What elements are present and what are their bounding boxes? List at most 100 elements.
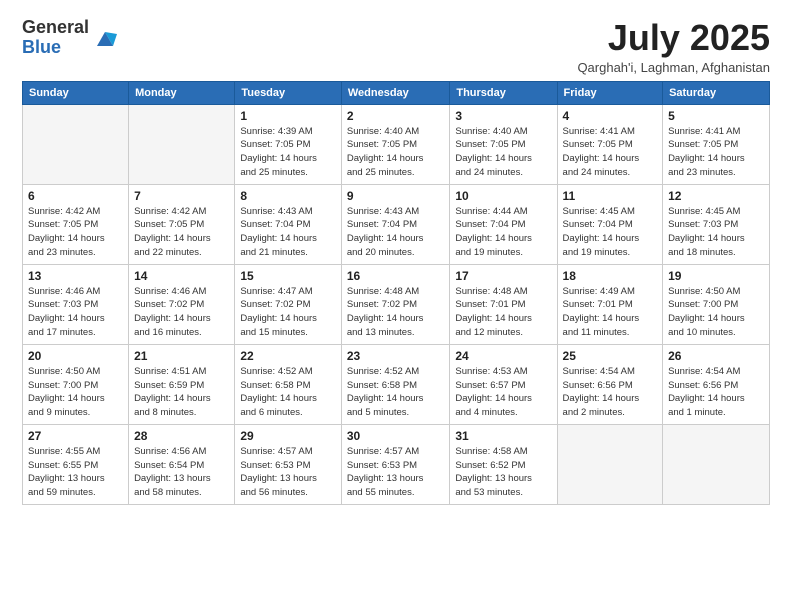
calendar-cell: 10 Sunrise: 4:44 AMSunset: 7:04 PMDayligh… bbox=[450, 184, 557, 264]
day-number: 27 bbox=[28, 429, 123, 443]
day-number: 12 bbox=[668, 189, 764, 203]
day-number: 13 bbox=[28, 269, 123, 283]
calendar-cell: 28Sunrise: 4:56 AMSunset: 6:54 PMDayligh… bbox=[129, 424, 235, 504]
day-number: 16 bbox=[347, 269, 445, 283]
calendar-cell: 24 Sunrise: 4:53 AMSunset: 6:57 PMDayligh… bbox=[450, 344, 557, 424]
calendar-cell: 12 Sunrise: 4:45 AMSunset: 7:03 PMDayligh… bbox=[663, 184, 770, 264]
day-number: 23 bbox=[347, 349, 445, 363]
calendar-cell: 31 Sunrise: 4:58 AMSunset: 6:52 PMDayligh… bbox=[450, 424, 557, 504]
day-number: 11 bbox=[563, 189, 658, 203]
day-number: 31 bbox=[455, 429, 551, 443]
day-detail: Sunrise: 4:41 AMSunset: 7:05 PMDaylight:… bbox=[563, 125, 658, 180]
day-number: 25 bbox=[563, 349, 658, 363]
day-number: 7 bbox=[134, 189, 229, 203]
day-detail: Sunrise: 4:45 AMSunset: 7:03 PMDaylight:… bbox=[668, 205, 764, 260]
day-number: 26 bbox=[668, 349, 764, 363]
day-detail: Sunrise: 4:50 AMSunset: 7:00 PMDaylight:… bbox=[668, 285, 764, 340]
title-block: July 2025 Qarghah'i, Laghman, Afghanista… bbox=[577, 18, 770, 75]
calendar-cell: 6Sunrise: 4:42 AMSunset: 7:05 PMDaylight… bbox=[23, 184, 129, 264]
calendar-cell: 16 Sunrise: 4:48 AMSunset: 7:02 PMDayligh… bbox=[341, 264, 450, 344]
calendar-table: SundayMondayTuesdayWednesdayThursdayFrid… bbox=[22, 81, 770, 505]
day-detail: Sunrise: 4:48 AMSunset: 7:02 PMDaylight:… bbox=[347, 285, 445, 340]
calendar-cell: 8 Sunrise: 4:43 AMSunset: 7:04 PMDaylight… bbox=[235, 184, 342, 264]
weekday-header-wednesday: Wednesday bbox=[341, 81, 450, 104]
calendar-cell: 2 Sunrise: 4:40 AMSunset: 7:05 PMDaylight… bbox=[341, 104, 450, 184]
day-detail: Sunrise: 4:43 AMSunset: 7:04 PMDaylight:… bbox=[240, 205, 336, 260]
day-detail: Sunrise: 4:58 AMSunset: 6:52 PMDaylight:… bbox=[455, 445, 551, 500]
logo: General Blue bbox=[22, 18, 119, 58]
calendar-cell: 1 Sunrise: 4:39 AMSunset: 7:05 PMDaylight… bbox=[235, 104, 342, 184]
day-detail: Sunrise: 4:54 AMSunset: 6:56 PMDaylight:… bbox=[668, 365, 764, 420]
calendar-week-row: 27Sunrise: 4:55 AMSunset: 6:55 PMDayligh… bbox=[23, 424, 770, 504]
weekday-header-tuesday: Tuesday bbox=[235, 81, 342, 104]
day-detail: Sunrise: 4:42 AMSunset: 7:05 PMDaylight:… bbox=[134, 205, 229, 260]
calendar-cell: 17Sunrise: 4:48 AMSunset: 7:01 PMDayligh… bbox=[450, 264, 557, 344]
day-number: 22 bbox=[240, 349, 336, 363]
day-detail: Sunrise: 4:57 AMSunset: 6:53 PMDaylight:… bbox=[347, 445, 445, 500]
calendar-cell bbox=[663, 424, 770, 504]
day-detail: Sunrise: 4:52 AMSunset: 6:58 PMDaylight:… bbox=[347, 365, 445, 420]
calendar-cell: 18 Sunrise: 4:49 AMSunset: 7:01 PMDayligh… bbox=[557, 264, 663, 344]
day-number: 28 bbox=[134, 429, 229, 443]
calendar-cell: 30Sunrise: 4:57 AMSunset: 6:53 PMDayligh… bbox=[341, 424, 450, 504]
day-detail: Sunrise: 4:40 AMSunset: 7:05 PMDaylight:… bbox=[347, 125, 445, 180]
calendar-cell: 22 Sunrise: 4:52 AMSunset: 6:58 PMDayligh… bbox=[235, 344, 342, 424]
calendar-cell bbox=[129, 104, 235, 184]
day-number: 4 bbox=[563, 109, 658, 123]
calendar-cell: 19 Sunrise: 4:50 AMSunset: 7:00 PMDayligh… bbox=[663, 264, 770, 344]
day-number: 6 bbox=[28, 189, 123, 203]
logo-blue-text: Blue bbox=[22, 37, 61, 57]
day-detail: Sunrise: 4:40 AMSunset: 7:05 PMDaylight:… bbox=[455, 125, 551, 180]
day-number: 24 bbox=[455, 349, 551, 363]
calendar-cell: 20Sunrise: 4:50 AMSunset: 7:00 PMDayligh… bbox=[23, 344, 129, 424]
day-number: 5 bbox=[668, 109, 764, 123]
calendar-cell: 13Sunrise: 4:46 AMSunset: 7:03 PMDayligh… bbox=[23, 264, 129, 344]
calendar-cell: 3 Sunrise: 4:40 AMSunset: 7:05 PMDaylight… bbox=[450, 104, 557, 184]
day-number: 18 bbox=[563, 269, 658, 283]
day-detail: Sunrise: 4:53 AMSunset: 6:57 PMDaylight:… bbox=[455, 365, 551, 420]
day-number: 29 bbox=[240, 429, 336, 443]
day-detail: Sunrise: 4:43 AMSunset: 7:04 PMDaylight:… bbox=[347, 205, 445, 260]
day-detail: Sunrise: 4:41 AMSunset: 7:05 PMDaylight:… bbox=[668, 125, 764, 180]
weekday-header-monday: Monday bbox=[129, 81, 235, 104]
day-detail: Sunrise: 4:48 AMSunset: 7:01 PMDaylight:… bbox=[455, 285, 551, 340]
calendar-cell: 5 Sunrise: 4:41 AMSunset: 7:05 PMDaylight… bbox=[663, 104, 770, 184]
day-number: 14 bbox=[134, 269, 229, 283]
calendar-cell bbox=[557, 424, 663, 504]
calendar-week-row: 1 Sunrise: 4:39 AMSunset: 7:05 PMDaylight… bbox=[23, 104, 770, 184]
calendar-cell: 29Sunrise: 4:57 AMSunset: 6:53 PMDayligh… bbox=[235, 424, 342, 504]
day-detail: Sunrise: 4:47 AMSunset: 7:02 PMDaylight:… bbox=[240, 285, 336, 340]
logo-icon bbox=[91, 24, 119, 52]
calendar-cell: 11 Sunrise: 4:45 AMSunset: 7:04 PMDayligh… bbox=[557, 184, 663, 264]
weekday-header-thursday: Thursday bbox=[450, 81, 557, 104]
day-detail: Sunrise: 4:49 AMSunset: 7:01 PMDaylight:… bbox=[563, 285, 658, 340]
calendar-cell: 4 Sunrise: 4:41 AMSunset: 7:05 PMDaylight… bbox=[557, 104, 663, 184]
day-number: 10 bbox=[455, 189, 551, 203]
calendar-cell: 23 Sunrise: 4:52 AMSunset: 6:58 PMDayligh… bbox=[341, 344, 450, 424]
calendar-header-row: SundayMondayTuesdayWednesdayThursdayFrid… bbox=[23, 81, 770, 104]
day-number: 21 bbox=[134, 349, 229, 363]
day-number: 2 bbox=[347, 109, 445, 123]
day-number: 9 bbox=[347, 189, 445, 203]
day-detail: Sunrise: 4:50 AMSunset: 7:00 PMDaylight:… bbox=[28, 365, 123, 420]
day-detail: Sunrise: 4:54 AMSunset: 6:56 PMDaylight:… bbox=[563, 365, 658, 420]
day-detail: Sunrise: 4:44 AMSunset: 7:04 PMDaylight:… bbox=[455, 205, 551, 260]
calendar-cell: 14Sunrise: 4:46 AMSunset: 7:02 PMDayligh… bbox=[129, 264, 235, 344]
page: General Blue July 2025 Qarghah'i, Laghma… bbox=[0, 0, 792, 612]
calendar-cell: 27Sunrise: 4:55 AMSunset: 6:55 PMDayligh… bbox=[23, 424, 129, 504]
calendar-cell: 26 Sunrise: 4:54 AMSunset: 6:56 PMDayligh… bbox=[663, 344, 770, 424]
day-detail: Sunrise: 4:51 AMSunset: 6:59 PMDaylight:… bbox=[134, 365, 229, 420]
day-number: 1 bbox=[240, 109, 336, 123]
day-detail: Sunrise: 4:52 AMSunset: 6:58 PMDaylight:… bbox=[240, 365, 336, 420]
day-number: 3 bbox=[455, 109, 551, 123]
weekday-header-friday: Friday bbox=[557, 81, 663, 104]
day-number: 15 bbox=[240, 269, 336, 283]
calendar-week-row: 6 Sunrise: 4:42 AMSunset: 7:05 PMDaylight… bbox=[23, 184, 770, 264]
day-detail: Sunrise: 4:45 AMSunset: 7:04 PMDaylight:… bbox=[563, 205, 658, 260]
day-number: 19 bbox=[668, 269, 764, 283]
day-number: 8 bbox=[240, 189, 336, 203]
calendar-cell: 15 Sunrise: 4:47 AMSunset: 7:02 PMDayligh… bbox=[235, 264, 342, 344]
logo-general-text: General bbox=[22, 17, 89, 37]
location: Qarghah'i, Laghman, Afghanistan bbox=[577, 60, 770, 75]
day-detail: Sunrise: 4:39 AMSunset: 7:05 PMDaylight:… bbox=[240, 125, 336, 180]
